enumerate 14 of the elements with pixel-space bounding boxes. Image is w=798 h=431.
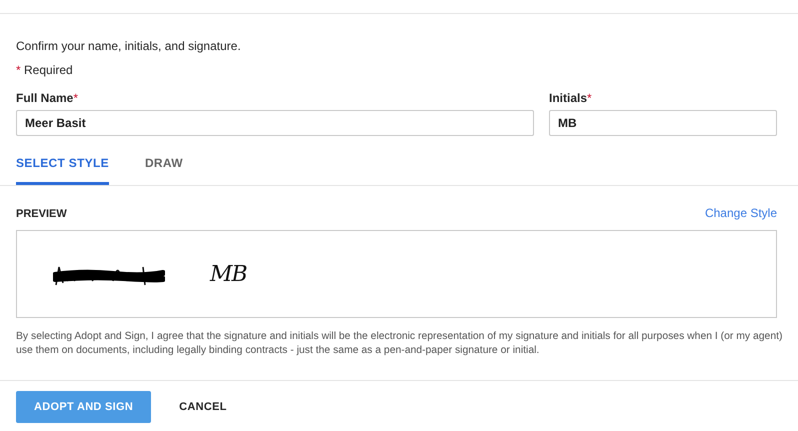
required-note: * Required xyxy=(16,63,74,77)
consent-text: By selecting Adopt and Sign, I agree that the signature and initials will be the electronic representation of my signature and initials for all purposes when I (or my agent) use them on documents, including legally binding contracts - just the same as a pen-and-paper signature or initial. xyxy=(16,330,784,358)
input-field[interactable]: MB xyxy=(549,110,777,136)
tab[interactable]: DRAW xyxy=(144,150,183,185)
input-field[interactable]: Meer Basit xyxy=(16,110,534,136)
tab[interactable]: SELECT STYLE xyxy=(16,150,109,185)
cancel-button[interactable]: CANCEL xyxy=(161,391,245,423)
field-label: Full Name* xyxy=(16,91,78,105)
instructions: Confirm your name, initials, and signature. xyxy=(16,39,242,53)
preview-heading: PREVIEW xyxy=(16,208,67,220)
change-style-link[interactable]: Change Style xyxy=(704,206,777,220)
field-label: Initials* xyxy=(549,91,592,105)
initials-signature: MB xyxy=(210,262,247,286)
adopt-and-sign-button[interactable]: ADOPT AND SIGN xyxy=(16,391,152,423)
